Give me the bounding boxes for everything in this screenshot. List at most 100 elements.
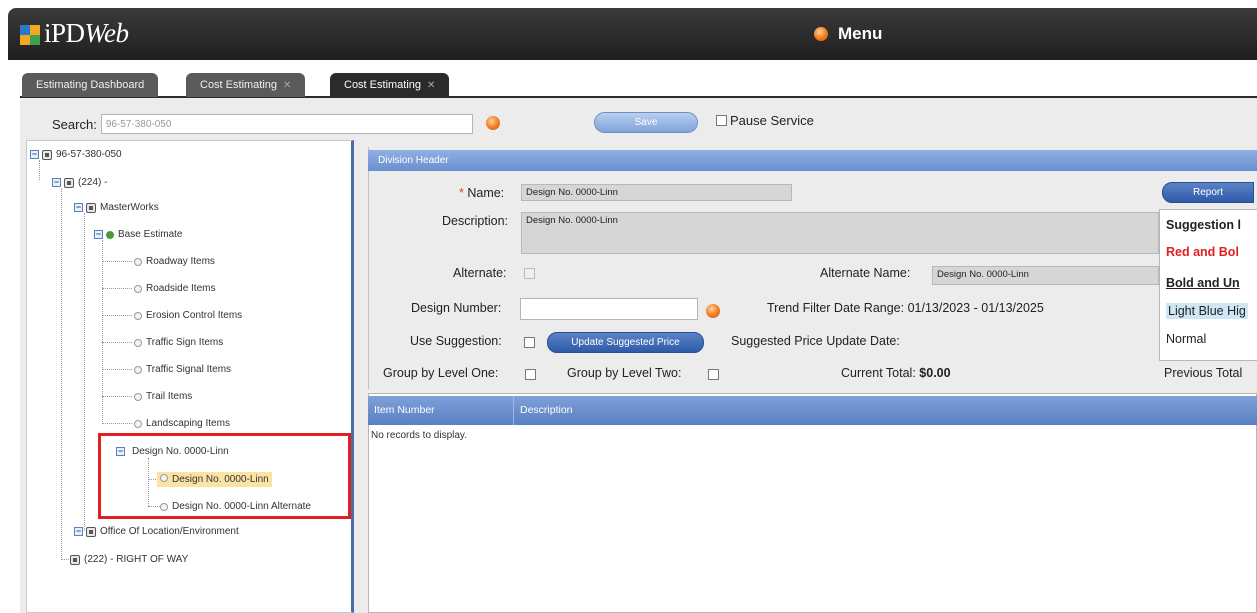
tree-node-label: Traffic Sign Items [146, 337, 224, 348]
description-field[interactable]: Design No. 0000-Linn [521, 212, 1159, 254]
tree-node-label: MasterWorks [100, 202, 159, 213]
logo-icon [20, 23, 42, 45]
leaf-icon [134, 284, 142, 293]
tree-node-erosion[interactable]: Erosion Control Items [134, 310, 242, 321]
tree-node-office[interactable]: − Office Of Location/Environment [74, 526, 239, 537]
node-icon [64, 177, 74, 188]
legend-title: Suggestion l [1166, 218, 1241, 232]
trend-filter-date-range: Trend Filter Date Range: 01/13/2023 - 01… [767, 301, 1044, 315]
tree-node-traffic-sign[interactable]: Traffic Sign Items [134, 337, 223, 348]
pause-service-checkbox[interactable] [716, 115, 727, 126]
use-suggestion-checkbox[interactable] [524, 337, 535, 348]
tree-node-label: Roadway Items [146, 256, 215, 267]
search-row: Search: [52, 114, 473, 134]
alternate-checkbox[interactable] [524, 268, 535, 279]
top-bar-inner: iPDWeb Menu [8, 8, 1257, 60]
group-level-one-checkbox[interactable] [525, 369, 536, 380]
node-icon [70, 554, 80, 565]
search-input[interactable] [100, 114, 473, 134]
group-level-two-checkbox[interactable] [708, 369, 719, 380]
tab-cost-estimating-2[interactable]: Cost Estimating ✕ [330, 73, 450, 97]
collapse-icon[interactable]: − [52, 178, 61, 187]
suggested-price-update-date-label: Suggested Price Update Date: [731, 334, 900, 348]
selection-highlight-box [98, 433, 351, 519]
base-estimate-icon [106, 230, 114, 239]
legend-bold-underline: Bold and Un [1166, 276, 1240, 290]
tree-node-roadway[interactable]: Roadway Items [134, 256, 215, 267]
current-total: Current Total: $0.00 [841, 366, 951, 380]
leaf-icon [134, 257, 142, 266]
tree-node-label: 96-57-380-050 [56, 149, 122, 160]
tree-node-222[interactable]: (222) - RIGHT OF WAY [70, 554, 188, 565]
tree-node-trail[interactable]: Trail Items [134, 391, 192, 402]
tab-label: Estimating Dashboard [36, 79, 145, 91]
group-level-one-label: Group by Level One: [383, 366, 499, 380]
use-suggestion-label: Use Suggestion: [410, 334, 502, 348]
legend-normal: Normal [1166, 332, 1207, 346]
tab-close-icon[interactable]: ✕ [283, 80, 291, 91]
tab-cost-estimating-1[interactable]: Cost Estimating ✕ [186, 73, 306, 97]
tab-strip: Estimating Dashboard Cost Estimating ✕ Co… [20, 73, 1257, 98]
leaf-icon [134, 419, 142, 428]
collapse-icon[interactable]: − [94, 230, 103, 239]
tree-node-label: Landscaping Items [146, 418, 230, 429]
name-field[interactable]: Design No. 0000-Linn [521, 184, 792, 201]
node-icon [86, 202, 96, 213]
items-grid [368, 393, 1257, 613]
alternate-name-label: Alternate Name: [820, 266, 911, 280]
pause-service-row[interactable]: Pause Service [716, 113, 814, 128]
update-suggested-price-button[interactable]: Update Suggested Price [547, 332, 704, 353]
tree-node-masterworks[interactable]: − MasterWorks [74, 202, 159, 213]
tree-node-landscaping[interactable]: Landscaping Items [134, 418, 230, 429]
report-button[interactable]: Report [1162, 182, 1254, 203]
current-total-label: Current Total: [841, 366, 916, 380]
node-icon [42, 149, 52, 160]
grid-header: Item Number Description [368, 396, 1257, 425]
division-header-title: Division Header [368, 150, 1257, 171]
tree-node-roadside[interactable]: Roadside Items [134, 283, 215, 294]
tree-node-label: (224) - [78, 177, 108, 188]
previous-total-label: Previous Total [1164, 366, 1243, 380]
tree-node-label: (222) - RIGHT OF WAY [84, 554, 189, 565]
leaf-icon [134, 338, 142, 347]
tab-estimating-dashboard[interactable]: Estimating Dashboard [22, 73, 159, 97]
leaf-icon [134, 365, 142, 374]
leaf-icon [134, 392, 142, 401]
column-item-number[interactable]: Item Number [368, 396, 514, 425]
node-icon [86, 526, 96, 537]
save-button[interactable]: Save [594, 112, 698, 133]
collapse-icon[interactable]: − [30, 150, 39, 159]
no-records-message: No records to display. [371, 430, 467, 441]
search-go-icon[interactable] [486, 116, 500, 130]
app-logo[interactable]: iPDWeb [20, 18, 129, 49]
alternate-name-field[interactable]: Design No. 0000-Linn [932, 266, 1159, 285]
tree-node-224[interactable]: − (224) - [52, 177, 107, 188]
pause-service-label: Pause Service [730, 113, 814, 128]
collapse-icon[interactable]: − [74, 203, 83, 212]
menu-orange-icon [814, 27, 828, 41]
menu-button[interactable]: Menu [814, 24, 882, 44]
tree-node-traffic-signal[interactable]: Traffic Signal Items [134, 364, 231, 375]
description-label: Description: [442, 214, 508, 228]
legend-light-blue: Light Blue Hig [1166, 303, 1248, 319]
tree-node-label: Erosion Control Items [146, 310, 243, 321]
logo-text: iPDWeb [44, 18, 129, 48]
design-number-input[interactable] [520, 298, 698, 320]
collapse-icon[interactable]: − [74, 527, 83, 536]
legend-red-bold: Red and Bol [1166, 245, 1239, 259]
tree-node-base-estimate[interactable]: − Base Estimate [94, 229, 182, 240]
tree-node-label: Trail Items [146, 391, 193, 402]
column-description[interactable]: Description [514, 396, 1257, 425]
name-label: * Name: [459, 186, 504, 200]
tree-node-label: Traffic Signal Items [146, 364, 232, 375]
tab-close-icon[interactable]: ✕ [427, 80, 435, 91]
tab-label: Cost Estimating [200, 79, 278, 91]
design-number-label: Design Number: [411, 301, 502, 315]
alternate-label: Alternate: [453, 266, 507, 280]
design-number-lookup-icon[interactable] [706, 304, 720, 318]
tree-node-root[interactable]: − 96-57-380-050 [30, 149, 122, 160]
name-label-text: Name: [467, 186, 505, 200]
search-label: Search: [52, 116, 97, 132]
tree-node-label: Roadside Items [146, 283, 216, 294]
current-total-value: $0.00 [919, 366, 951, 380]
